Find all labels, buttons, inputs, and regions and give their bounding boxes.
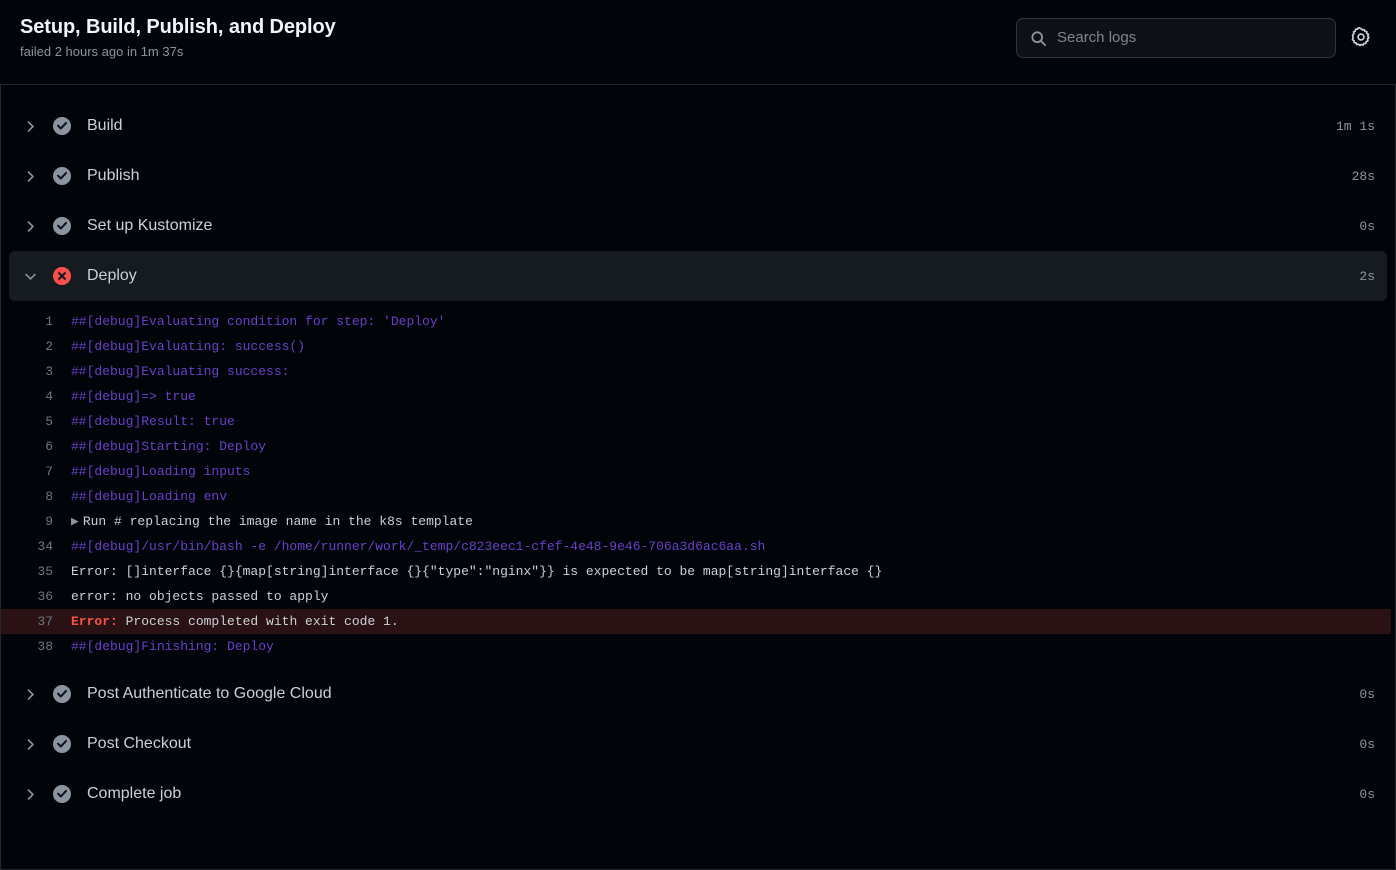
chevron-right-icon[interactable] (19, 783, 41, 805)
log-line-number: 38 (37, 639, 53, 654)
log-line-number: 5 (45, 414, 53, 429)
job-header: Setup, Build, Publish, and Deploy failed… (0, 0, 1396, 85)
step-row[interactable]: Post Authenticate to Google Cloud 0s (9, 669, 1387, 719)
success-icon (53, 785, 71, 803)
log-line-number: 8 (45, 489, 53, 504)
success-icon (53, 685, 71, 703)
chevron-right-icon[interactable] (19, 215, 41, 237)
step-duration: 0s (1359, 736, 1375, 752)
step-row[interactable]: Build 1m 1s (9, 101, 1387, 151)
vertical-scrollbar[interactable] (1391, 85, 1395, 869)
log-line-text: ##[debug]Result: true (71, 414, 235, 429)
chevron-right-icon[interactable] (19, 733, 41, 755)
step-name: Post Authenticate to Google Cloud (87, 685, 332, 702)
log-line: 36 error: no objects passed to apply (1, 584, 1395, 609)
log-line: 7 ##[debug]Loading inputs (1, 459, 1395, 484)
search-icon (1029, 29, 1047, 47)
log-line-text: ##[debug]Loading inputs (71, 464, 251, 479)
job-log-viewer: Setup, Build, Publish, and Deploy failed… (0, 0, 1396, 870)
step-name: Complete job (87, 785, 182, 802)
error-label: Error: (71, 614, 118, 629)
step-row[interactable]: Deploy 2s (9, 251, 1387, 301)
log-line: 3 ##[debug]Evaluating success: (1, 359, 1395, 384)
log-line: 2 ##[debug]Evaluating: success() (1, 334, 1395, 359)
log-line: 35 Error: []interface {}{map[string]inter… (1, 559, 1395, 584)
step-duration: 1m 1s (1335, 118, 1375, 134)
group-expand-icon[interactable]: ▶ (71, 509, 79, 534)
log-line-text: ##[debug]=> true (71, 389, 196, 404)
success-icon (53, 167, 71, 185)
step-duration: 28s (1351, 168, 1375, 184)
search-input[interactable] (1057, 28, 1325, 48)
log-line-text: Error: Process completed with exit code … (71, 614, 399, 629)
success-icon (53, 735, 71, 753)
step-name: Set up GKE credentials (87, 85, 253, 87)
log-line-number: 7 (45, 464, 53, 479)
step-duration: 2s (1359, 268, 1375, 284)
step-name: Set up Kustomize (87, 217, 213, 234)
chevron-right-icon[interactable] (19, 85, 41, 87)
log-content-area: Set up GKE credentials-- Build 1m 1s Publis… (0, 85, 1396, 870)
log-scroller[interactable]: Set up GKE credentials-- Build 1m 1s Publis… (1, 85, 1395, 869)
step-row[interactable]: Post Checkout 0s (9, 719, 1387, 769)
chevron-right-icon[interactable] (19, 683, 41, 705)
log-line: 1 ##[debug]Evaluating condition for step:… (1, 309, 1395, 334)
log-line: 38 ##[debug]Finishing: Deploy (1, 634, 1395, 659)
log-line: 9 ▶ Run # replacing the image name in the … (1, 509, 1395, 534)
chevron-down-icon[interactable] (19, 265, 41, 287)
step-duration: 0s (1359, 686, 1375, 702)
step-row[interactable]: Publish 28s (9, 151, 1387, 201)
search-logs-box[interactable] (1016, 18, 1336, 58)
log-line-text: ##[debug]/usr/bin/bash -e /home/runner/w… (71, 539, 766, 554)
log-line-text: ##[debug]Starting: Deploy (71, 439, 267, 454)
gear-icon (1351, 26, 1371, 50)
chevron-right-icon[interactable] (19, 115, 41, 137)
step-row[interactable]: Set up GKE credentials-- (9, 85, 1387, 101)
log-line-text: Error: []interface {}{map[string]interfa… (71, 564, 883, 579)
log-line-number: 2 (45, 339, 53, 354)
log-line: 34 ##[debug]/usr/bin/bash -e /home/runner… (1, 534, 1395, 559)
log-line-text: ##[debug]Evaluating success: (71, 364, 290, 379)
log-output: 1 ##[debug]Evaluating condition for step:… (1, 301, 1395, 669)
job-header-titles: Setup, Build, Publish, and Deploy failed… (20, 12, 336, 61)
log-line-number: 4 (45, 389, 53, 404)
page-title: Setup, Build, Publish, and Deploy (20, 16, 336, 38)
log-line: 5 ##[debug]Result: true (1, 409, 1395, 434)
step-row[interactable]: Set up Kustomize 0s (9, 201, 1387, 251)
step-name: Publish (87, 167, 140, 184)
log-line-number: 6 (45, 439, 53, 454)
step-name: Build (87, 117, 123, 134)
log-line-number: 37 (37, 614, 53, 629)
log-line-number: 1 (45, 314, 53, 329)
log-line-number: 3 (45, 364, 53, 379)
log-line-text: ##[debug]Finishing: Deploy (71, 639, 274, 654)
log-line-number: 35 (37, 564, 53, 579)
step-duration: 0s (1359, 218, 1375, 234)
step-name: Deploy (87, 267, 137, 284)
failure-icon (53, 267, 71, 285)
log-line-text: error: no objects passed to apply (71, 589, 329, 604)
settings-button[interactable] (1346, 23, 1376, 53)
log-line-text: ##[debug]Evaluating: success() (71, 339, 306, 354)
log-line-text: ##[debug]Loading env (71, 489, 228, 504)
step-duration: 0s (1359, 786, 1375, 802)
log-line-text: ▶ Run # replacing the image name in the k… (71, 509, 1383, 534)
log-line-number: 9 (45, 514, 53, 529)
log-line: 6 ##[debug]Starting: Deploy (1, 434, 1395, 459)
log-line: 4 ##[debug]=> true (1, 384, 1395, 409)
success-icon (53, 117, 71, 135)
chevron-right-icon[interactable] (19, 165, 41, 187)
step-name: Post Checkout (87, 735, 192, 752)
log-line: 37 Error: Process completed with exit cod… (1, 609, 1395, 634)
success-icon (53, 217, 71, 235)
step-row[interactable]: Complete job 0s (9, 769, 1387, 819)
job-status-summary: failed 2 hours ago in 1m 37s (20, 44, 184, 59)
log-line-number: 36 (37, 589, 53, 604)
log-line: 8 ##[debug]Loading env (1, 484, 1395, 509)
log-line-number: 34 (37, 539, 53, 554)
log-line-text: ##[debug]Evaluating condition for step: … (71, 314, 446, 329)
header-actions (1016, 18, 1376, 58)
